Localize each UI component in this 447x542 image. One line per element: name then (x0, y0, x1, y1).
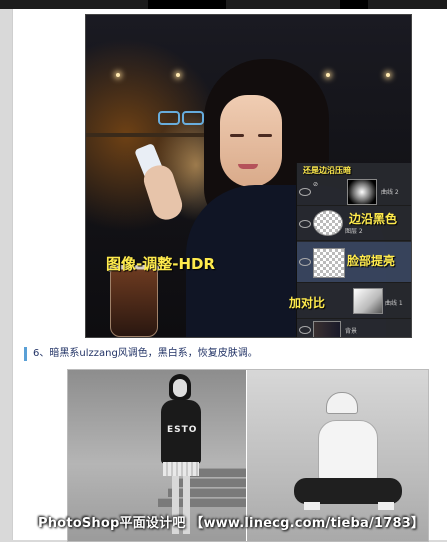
layer-thumbnail (313, 210, 343, 236)
layer-row: 背景 (297, 320, 411, 337)
girl-eye (258, 134, 272, 137)
adjustment-icon: ⊘ (313, 181, 319, 188)
layer-name: 曲线 2 (381, 189, 399, 196)
layer-name: 图层 2 (345, 228, 363, 235)
girl-hand (140, 161, 186, 224)
layers-panel: 还是边沿压暗 ⊘ 曲线 2 图层 2 边沿黑色 脸部提亮 曲线 1 加对比 背景 (289, 163, 411, 337)
layer-row: 脸部提亮 (297, 242, 411, 283)
eye-icon (299, 326, 311, 334)
layer-row: 曲线 1 加对比 (289, 284, 411, 319)
step-caption: 6、暗黑系ulzzang风调色，黑白系，恢复皮肤调。 (24, 347, 258, 361)
eye-icon (299, 188, 311, 196)
layer-note-edge-darken: 还是边沿压暗 (303, 166, 351, 175)
white-hoodie (318, 420, 378, 484)
layer-row: ⊘ 曲线 2 (297, 177, 411, 206)
eye-icon (299, 258, 311, 266)
top-bar-segment (148, 0, 226, 9)
layer-name: 背景 (345, 328, 358, 335)
layer-thumbnail (353, 288, 383, 314)
layer-thumbnail (313, 248, 345, 278)
hdr-adjust-label: 图像-调整-HDR (106, 255, 216, 273)
layer-note: 加对比 (289, 296, 326, 310)
browser-top-bar (0, 0, 447, 9)
sweater-text: ESTO (167, 425, 198, 435)
site-watermark: PhotoShop平面设计吧 【www.linecg.com/tieba/178… (38, 516, 425, 531)
eye-icon (299, 220, 311, 228)
layer-name: 曲线 1 (385, 300, 403, 307)
tutorial-image-hdr: 图像-调整-HDR 还是边沿压暗 ⊘ 曲线 2 图层 2 边沿黑色 脸部提亮 曲… (85, 14, 412, 338)
girl-mouth (238, 164, 258, 169)
drink-cup (110, 269, 158, 337)
layer-note: 边沿黑色 (349, 212, 398, 226)
girl-face (220, 95, 282, 187)
layer-thumbnail (347, 179, 377, 205)
baseball-cap (326, 392, 358, 414)
top-bar-segment (340, 0, 368, 9)
bar-shelf (86, 133, 206, 137)
girl-face (173, 379, 187, 397)
layer-note: 脸部提亮 (347, 254, 396, 268)
layer-row: 图层 2 边沿黑色 (297, 206, 411, 241)
white-sneakers (304, 502, 394, 510)
layer-thumbnail (313, 321, 341, 337)
girl-eye (230, 134, 244, 137)
black-pants (294, 478, 402, 504)
pleated-skirt (163, 462, 199, 476)
